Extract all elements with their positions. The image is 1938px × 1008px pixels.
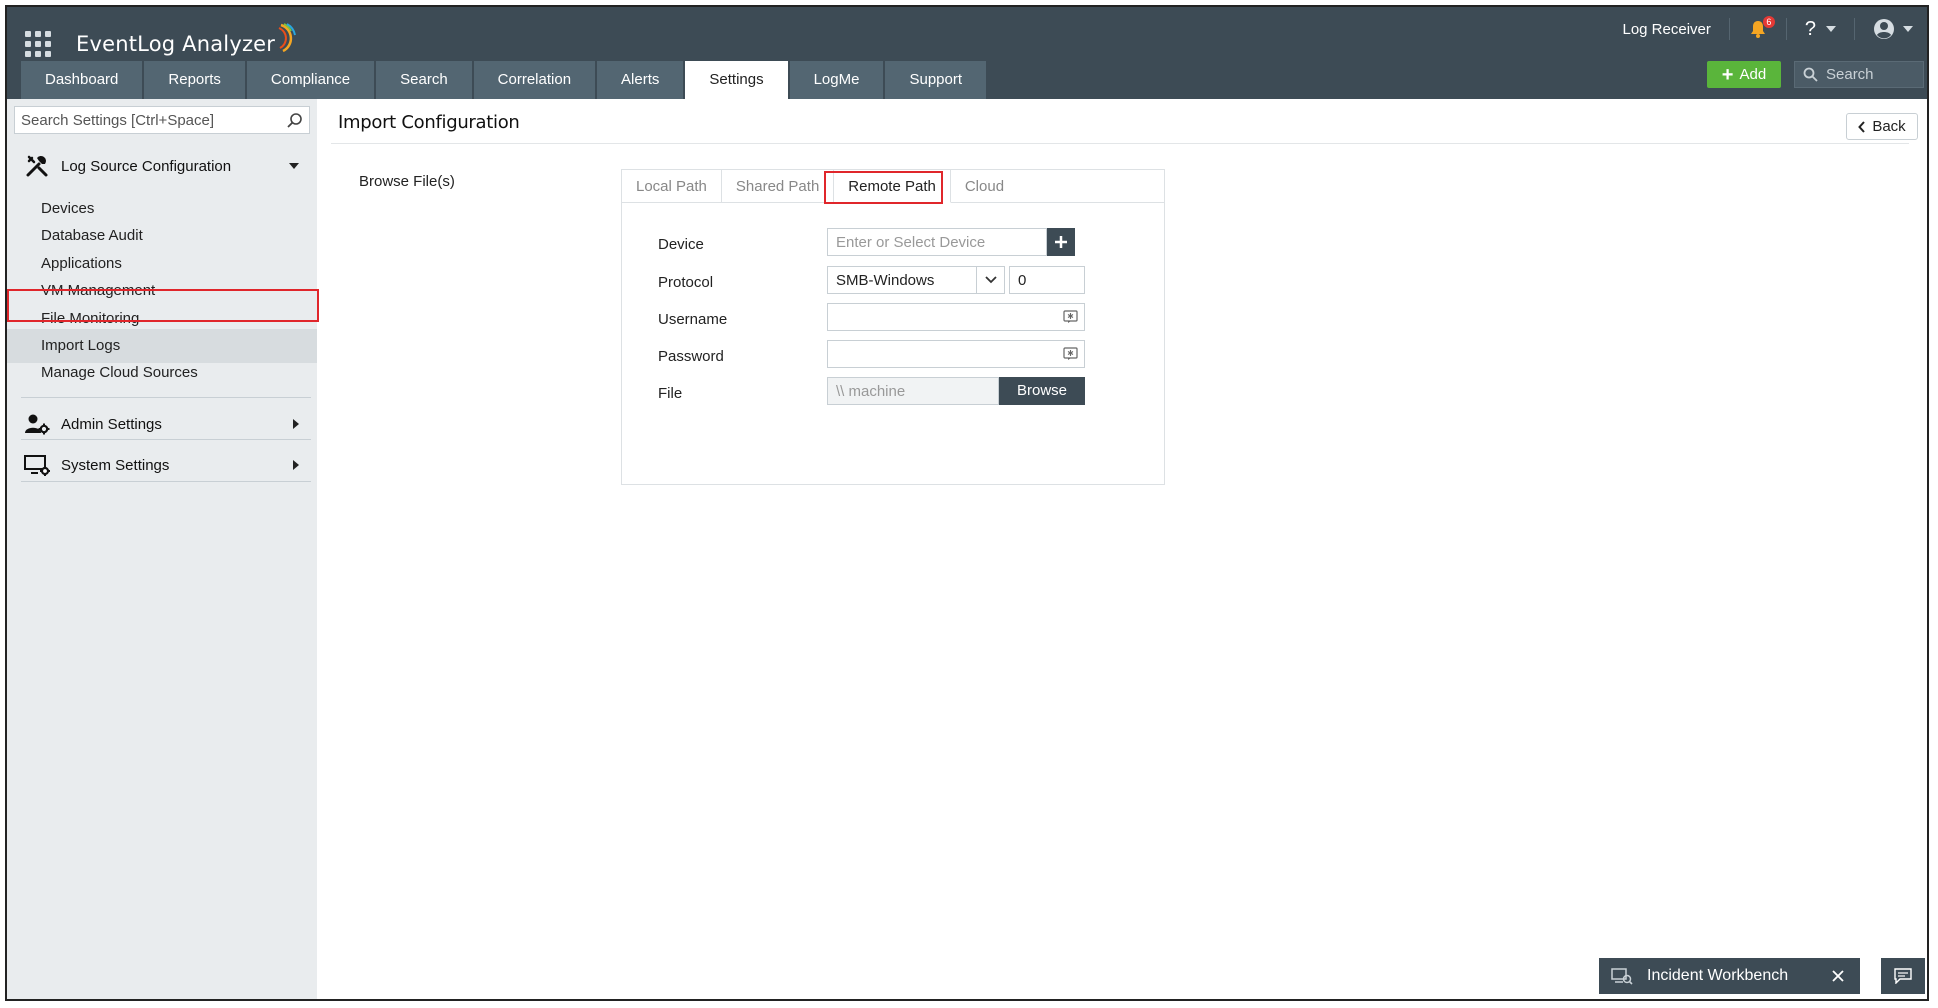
tab-cloud[interactable]: Cloud bbox=[951, 170, 1018, 203]
chat-button[interactable] bbox=[1881, 958, 1925, 994]
app-window: EventLog Analyzer Log Receiver 6 ? Dashb… bbox=[5, 5, 1929, 1001]
device-placeholder: Enter or Select Device bbox=[836, 233, 986, 251]
tab-search[interactable]: Search bbox=[376, 61, 472, 99]
help-menu[interactable]: ? bbox=[1787, 18, 1854, 41]
app-logo[interactable]: EventLog Analyzer bbox=[76, 23, 299, 59]
user-gear-icon bbox=[23, 410, 51, 438]
username-label: Username bbox=[658, 311, 728, 328]
monitor-gear-icon bbox=[23, 451, 51, 479]
tab-reports[interactable]: Reports bbox=[144, 61, 245, 99]
chevron-down-icon bbox=[289, 163, 299, 169]
port-value: 0 bbox=[1018, 271, 1027, 289]
back-button[interactable]: Back bbox=[1846, 113, 1918, 140]
tab-logme[interactable]: LogMe bbox=[789, 61, 884, 99]
app-grid-icon[interactable] bbox=[25, 31, 51, 57]
notification-badge: 6 bbox=[1762, 16, 1775, 28]
global-search-placeholder: Search bbox=[1826, 66, 1874, 83]
source-tabs: Local Path Shared Path Remote Path Cloud bbox=[622, 170, 1164, 203]
user-avatar-icon bbox=[1874, 19, 1894, 39]
credential-icon[interactable] bbox=[1063, 310, 1078, 324]
import-source-panel: Local Path Shared Path Remote Path Cloud… bbox=[621, 169, 1165, 485]
tab-dashboard[interactable]: Dashboard bbox=[21, 61, 143, 99]
search-icon[interactable] bbox=[286, 112, 303, 129]
add-button-label: Add bbox=[1739, 66, 1767, 83]
incident-workbench-bar[interactable]: Incident Workbench bbox=[1599, 958, 1860, 994]
settings-search-input[interactable]: Search Settings [Ctrl+Space] bbox=[14, 106, 310, 134]
chevron-down-icon bbox=[1903, 26, 1913, 32]
back-button-label: Back bbox=[1872, 118, 1906, 135]
log-receiver-link[interactable]: Log Receiver bbox=[1622, 21, 1728, 38]
workbench-icon bbox=[1611, 968, 1633, 985]
chevron-down-icon bbox=[976, 267, 1004, 293]
top-header: EventLog Analyzer Log Receiver 6 ? Dashb… bbox=[7, 7, 1927, 99]
app-name: EventLog Analyzer bbox=[76, 32, 276, 56]
logo-arc-icon bbox=[278, 23, 297, 53]
tab-shared-path[interactable]: Shared Path bbox=[722, 170, 835, 203]
file-path-input[interactable]: \\ machine bbox=[827, 377, 999, 405]
user-menu[interactable] bbox=[1855, 18, 1927, 40]
add-button[interactable]: + Add bbox=[1707, 61, 1781, 88]
main-content: Import Configuration Back Browse File(s)… bbox=[317, 99, 1927, 999]
file-label: File bbox=[658, 385, 683, 402]
protocol-value: SMB-Windows bbox=[836, 271, 935, 289]
tools-icon bbox=[23, 152, 51, 180]
page-title: Import Configuration bbox=[338, 112, 520, 133]
chevron-right-icon bbox=[293, 460, 299, 470]
main-nav-tabs: Dashboard Reports Compliance Search Corr… bbox=[21, 61, 988, 99]
tab-local-path[interactable]: Local Path bbox=[622, 170, 722, 203]
protocol-select[interactable]: SMB-Windows bbox=[827, 266, 1005, 294]
credential-icon[interactable] bbox=[1063, 347, 1078, 361]
tab-remote-path[interactable]: Remote Path bbox=[834, 170, 951, 203]
tab-compliance[interactable]: Compliance bbox=[246, 61, 375, 99]
protocol-label: Protocol bbox=[658, 274, 714, 291]
search-icon bbox=[1803, 67, 1818, 82]
browse-files-label: Browse File(s) bbox=[359, 173, 455, 190]
close-icon[interactable] bbox=[1828, 966, 1848, 986]
header-right: Log Receiver 6 ? bbox=[1622, 7, 1927, 51]
add-device-button[interactable] bbox=[1047, 228, 1075, 256]
device-input[interactable]: Enter or Select Device bbox=[827, 228, 1047, 256]
incident-workbench-label: Incident Workbench bbox=[1647, 967, 1789, 984]
help-icon: ? bbox=[1804, 17, 1816, 40]
title-divider bbox=[331, 143, 1909, 144]
settings-sidebar: Search Settings [Ctrl+Space] Log Source … bbox=[7, 99, 317, 999]
password-input[interactable] bbox=[827, 340, 1085, 368]
tab-support[interactable]: Support bbox=[885, 61, 987, 99]
file-path-placeholder: \\ machine bbox=[836, 382, 906, 400]
port-input[interactable]: 0 bbox=[1009, 266, 1085, 294]
section-label: System Settings bbox=[61, 456, 170, 474]
username-input[interactable] bbox=[827, 303, 1085, 331]
global-search-input[interactable]: Search bbox=[1794, 61, 1924, 88]
section-label: Log Source Configuration bbox=[61, 157, 232, 175]
tab-correlation[interactable]: Correlation bbox=[473, 61, 596, 99]
section-label: Admin Settings bbox=[61, 415, 162, 433]
browse-button[interactable]: Browse bbox=[999, 377, 1085, 405]
tab-settings[interactable]: Settings bbox=[685, 61, 788, 99]
notifications-button[interactable]: 6 bbox=[1730, 16, 1786, 38]
settings-search-placeholder: Search Settings [Ctrl+Space] bbox=[21, 111, 215, 129]
section-system-settings[interactable]: System Settings bbox=[7, 440, 317, 490]
password-label: Password bbox=[658, 348, 724, 365]
plus-icon: + bbox=[1721, 63, 1734, 86]
plus-icon bbox=[1055, 236, 1067, 248]
sidebar-divider bbox=[21, 397, 311, 398]
chat-icon bbox=[1894, 968, 1912, 984]
sidebar-divider bbox=[21, 481, 311, 482]
section-log-source-configuration[interactable]: Log Source Configuration bbox=[7, 141, 317, 191]
chevron-right-icon bbox=[293, 419, 299, 429]
tab-alerts[interactable]: Alerts bbox=[597, 61, 684, 99]
chevron-down-icon bbox=[1826, 26, 1836, 32]
sidebar-item-manage-cloud-sources[interactable]: Manage Cloud Sources bbox=[7, 356, 317, 390]
chevron-left-icon bbox=[1858, 120, 1866, 133]
device-label: Device bbox=[658, 236, 704, 253]
